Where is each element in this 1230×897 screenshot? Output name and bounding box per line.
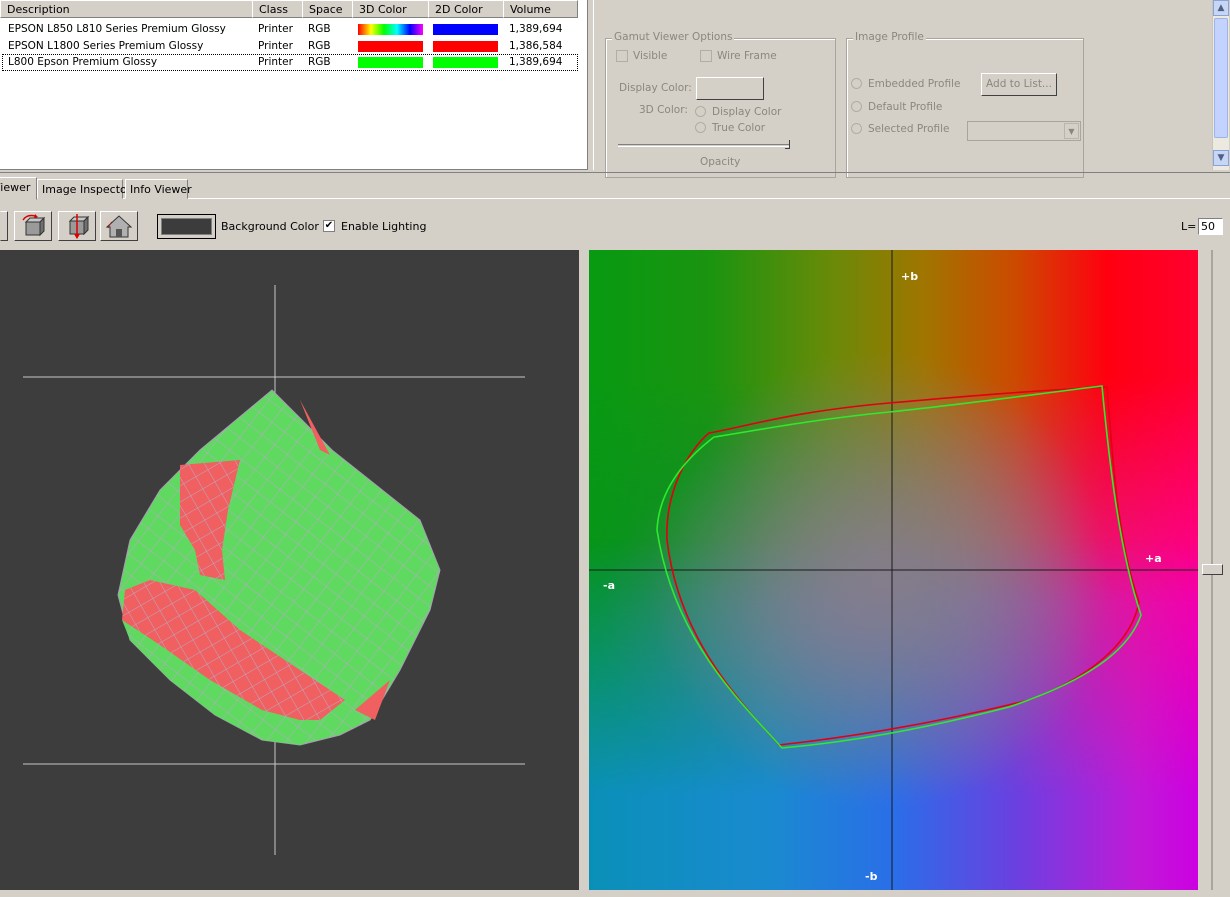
row-class: Printer bbox=[258, 23, 293, 35]
table-row[interactable]: EPSON L850 L810 Series Premium Glossy Pr… bbox=[2, 21, 578, 38]
table-row[interactable]: EPSON L1800 Series Premium Glossy Printe… bbox=[2, 38, 578, 55]
image-profile-group: Image Profile Embedded Profile Add to Li… bbox=[846, 31, 1084, 178]
home-icon bbox=[105, 215, 133, 238]
tab-image-inspector[interactable]: Image Inspector bbox=[37, 179, 131, 199]
opacity-slider-thumb[interactable] bbox=[785, 140, 790, 149]
background-color-swatch bbox=[161, 218, 212, 235]
gamut-2d-view[interactable]: +b -b +a -a bbox=[589, 250, 1198, 890]
wireframe-checkbox[interactable] bbox=[700, 50, 712, 62]
l-value-input[interactable]: 50 bbox=[1198, 218, 1223, 235]
background-color-label: Background Color bbox=[221, 220, 319, 233]
column-header-space[interactable]: Space bbox=[302, 0, 353, 18]
rotate-cube-icon bbox=[22, 214, 46, 237]
minus-b-label: -b bbox=[865, 870, 878, 883]
l-value-label: L= bbox=[1181, 220, 1197, 233]
row-class: Printer bbox=[258, 56, 293, 68]
add-to-list-button[interactable]: Add to List... bbox=[981, 73, 1057, 96]
scroll-up-icon[interactable]: ▲ bbox=[1213, 0, 1229, 16]
column-header-class[interactable]: Class bbox=[252, 0, 303, 18]
display-color-radio[interactable] bbox=[695, 106, 706, 117]
embedded-profile-radio[interactable] bbox=[851, 78, 862, 89]
color3d-swatch[interactable] bbox=[358, 24, 423, 35]
color2d-swatch[interactable] bbox=[433, 24, 498, 35]
row-volume: 1,389,694 bbox=[509, 56, 563, 68]
column-header-description[interactable]: Description bbox=[0, 0, 254, 18]
opacity-label: Opacity bbox=[700, 156, 741, 168]
row-space: RGB bbox=[308, 23, 331, 35]
gamut-outline-green bbox=[656, 385, 1142, 749]
selected-profile-dropdown[interactable]: ▼ bbox=[967, 121, 1081, 141]
options-panel: Gamut Viewer Options Visible Wire Frame … bbox=[593, 0, 1213, 178]
column-header-3d-color[interactable]: 3D Color bbox=[352, 0, 429, 18]
enable-lighting-checkbox[interactable]: ✔ bbox=[323, 220, 335, 232]
home-view-button[interactable] bbox=[100, 211, 138, 241]
enable-lighting-label: Enable Lighting bbox=[341, 220, 427, 233]
tab-info-viewer[interactable]: Info Viewer bbox=[125, 179, 192, 199]
background-color-button[interactable] bbox=[157, 214, 216, 239]
color3d-swatch[interactable] bbox=[358, 41, 423, 52]
table-row-selected[interactable]: L800 Epson Premium Glossy Printer RGB 1,… bbox=[2, 54, 578, 71]
image-profile-title: Image Profile bbox=[853, 31, 926, 43]
color3d-label: 3D Color: bbox=[639, 104, 688, 116]
true-color-radio-label: True Color bbox=[712, 122, 766, 134]
gamut-3d-render bbox=[23, 285, 525, 855]
row-description: EPSON L1800 Series Premium Glossy bbox=[8, 40, 204, 52]
row-description: L800 Epson Premium Glossy bbox=[8, 56, 158, 68]
color2d-swatch[interactable] bbox=[433, 57, 498, 68]
chevron-down-icon[interactable]: ▼ bbox=[1064, 123, 1079, 139]
rotate-vertical-button[interactable] bbox=[58, 211, 96, 241]
scroll-thumb[interactable] bbox=[1214, 18, 1228, 138]
opacity-slider-track[interactable] bbox=[618, 144, 790, 147]
color3d-swatch[interactable] bbox=[358, 57, 423, 68]
default-profile-label: Default Profile bbox=[868, 101, 943, 113]
default-profile-radio[interactable] bbox=[851, 101, 862, 112]
row-description: EPSON L850 L810 Series Premium Glossy bbox=[8, 23, 226, 35]
selected-profile-label: Selected Profile bbox=[868, 123, 950, 135]
column-header-volume[interactable]: Volume bbox=[503, 0, 578, 18]
visible-checkbox[interactable] bbox=[616, 50, 628, 62]
true-color-radio[interactable] bbox=[695, 122, 706, 133]
row-class: Printer bbox=[258, 40, 293, 52]
toolbar-partial-button[interactable] bbox=[0, 211, 8, 241]
l-slider-thumb[interactable] bbox=[1202, 564, 1223, 575]
gamut-viewer-options-title: Gamut Viewer Options bbox=[612, 31, 735, 43]
selected-profile-radio[interactable] bbox=[851, 123, 862, 134]
column-header-2d-color[interactable]: 2D Color bbox=[428, 0, 504, 18]
profile-list[interactable]: Description Class Space 3D Color 2D Colo… bbox=[0, 0, 588, 170]
gamut-outline-red bbox=[666, 386, 1140, 746]
flip-cube-icon bbox=[68, 214, 90, 239]
options-scrollbar[interactable]: ▲ ▼ bbox=[1212, 0, 1229, 170]
row-volume: 1,386,584 bbox=[509, 40, 563, 52]
gamut-2d-plot bbox=[589, 250, 1198, 890]
display-color-radio-label: Display Color bbox=[712, 106, 782, 118]
display-color-button[interactable] bbox=[696, 77, 764, 100]
plus-b-label: +b bbox=[901, 270, 919, 283]
row-volume: 1,389,694 bbox=[509, 23, 563, 35]
row-space: RGB bbox=[308, 56, 331, 68]
embedded-profile-label: Embedded Profile bbox=[868, 78, 961, 90]
wireframe-label: Wire Frame bbox=[717, 50, 777, 62]
gamut-solid bbox=[117, 389, 441, 746]
color2d-swatch[interactable] bbox=[433, 41, 498, 52]
tab-bar: Viewer Image Inspector Info Viewer bbox=[0, 172, 1230, 200]
gamut-3d-view[interactable] bbox=[0, 250, 579, 890]
tab-viewer[interactable]: Viewer bbox=[0, 177, 37, 200]
rotate-left-button[interactable] bbox=[14, 211, 52, 241]
display-color-label: Display Color: bbox=[619, 82, 692, 94]
minus-a-label: -a bbox=[603, 579, 615, 592]
scroll-down-icon[interactable]: ▼ bbox=[1213, 150, 1229, 166]
row-space: RGB bbox=[308, 40, 331, 52]
plus-a-label: +a bbox=[1145, 552, 1162, 565]
gamut-viewer-options-group: Gamut Viewer Options Visible Wire Frame … bbox=[605, 31, 836, 178]
visible-label: Visible bbox=[633, 50, 668, 62]
